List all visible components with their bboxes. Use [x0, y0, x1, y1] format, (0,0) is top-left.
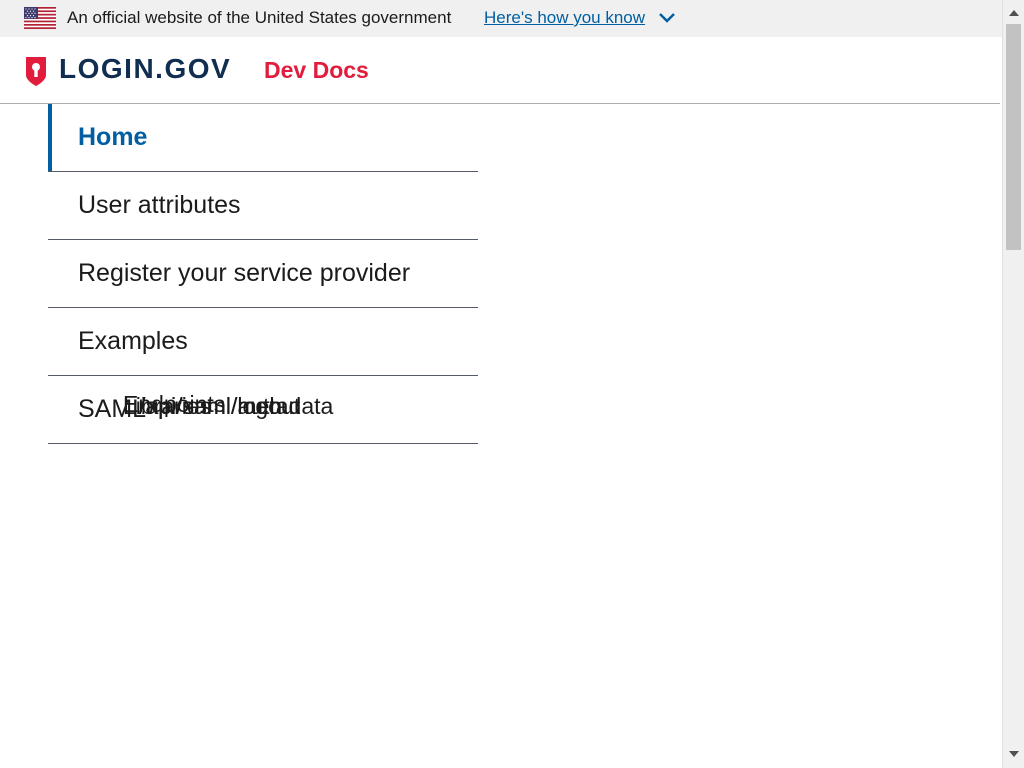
site-name[interactable]: Dev Docs: [264, 57, 369, 84]
site-header: LOGIN.GOV Dev Docs: [0, 37, 1000, 104]
official-website-text: An official website of the United States…: [67, 8, 452, 27]
scrollbar-thumb[interactable]: [1006, 24, 1021, 250]
vertical-scrollbar[interactable]: [1002, 0, 1024, 768]
login-gov-shield-icon[interactable]: [24, 55, 48, 87]
scroll-up-arrow-icon[interactable]: [1009, 10, 1019, 16]
sidenav-item-user-attributes: User attributes: [48, 172, 478, 240]
subnav-link-libraries[interactable]: Libraries: [78, 376, 211, 437]
sidenav-link-home[interactable]: Home: [78, 104, 147, 171]
gov-banner: An official website of the United States…: [0, 0, 1002, 37]
sidenav-item-home: Home: [48, 104, 478, 172]
sidenav: Home User attributes Register your servi…: [48, 104, 478, 444]
us-flag-icon: [24, 7, 56, 29]
sidenav-link-register[interactable]: Register your service provider: [78, 240, 410, 307]
sidenav-item-register: Register your service provider: [48, 240, 478, 308]
page: An official website of the United States…: [0, 0, 1024, 768]
chevron-down-icon[interactable]: [658, 11, 676, 25]
sidenav-link-user-attributes[interactable]: User attributes: [78, 172, 241, 239]
sidenav-item-saml: SAML Endpoints /api/saml/metadata /api/s…: [48, 376, 478, 444]
logo-text[interactable]: LOGIN.GOV: [59, 53, 231, 85]
scroll-down-arrow-icon[interactable]: [1009, 751, 1019, 757]
sidenav-link-examples[interactable]: Examples: [78, 308, 188, 375]
how-you-know-link[interactable]: Here's how you know: [484, 8, 645, 28]
sidenav-item-examples: Examples: [48, 308, 478, 376]
